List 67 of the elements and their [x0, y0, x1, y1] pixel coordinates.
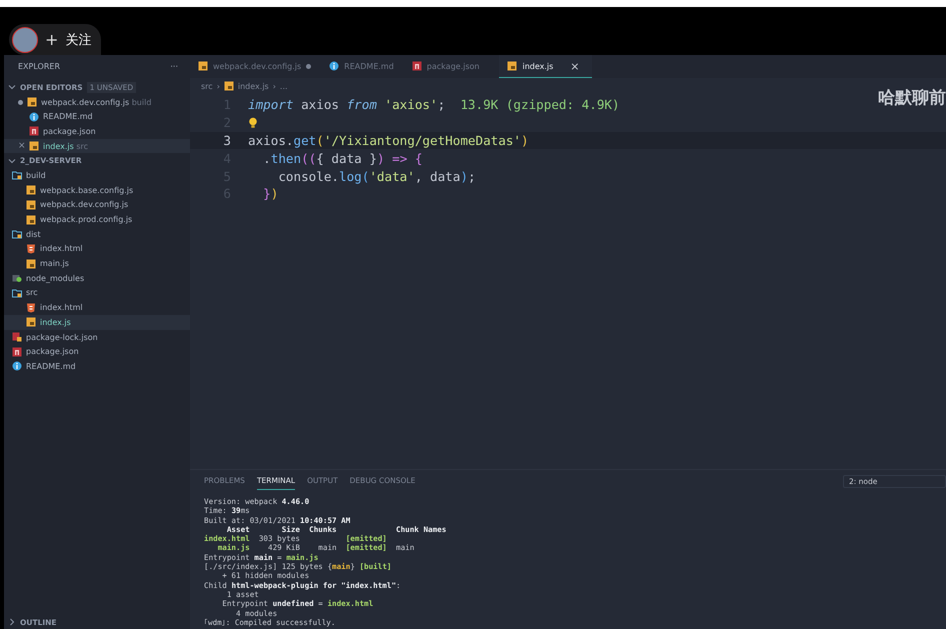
overlay-title: 哈默聊前 [878, 87, 946, 109]
js-file-icon [26, 185, 36, 196]
tree-item[interactable]: webpack.base.config.js [4, 182, 190, 198]
npm-file-icon [12, 346, 22, 357]
tree-item[interactable]: dist [4, 226, 190, 242]
lightbulb-icon[interactable] [248, 116, 258, 129]
follow-button[interactable]: + 关注 [9, 24, 102, 55]
js-file-icon [27, 97, 37, 108]
tree-item[interactable]: index.js [4, 315, 190, 330]
chevron-down-icon[interactable] [8, 83, 16, 92]
npm-lock-file-icon [12, 332, 22, 342]
chevron-right-icon: › [272, 82, 276, 90]
tree-item[interactable]: webpack.prod.config.js [4, 212, 190, 227]
js-file-icon [224, 81, 234, 91]
breadcrumb-item[interactable]: index.js [238, 82, 269, 90]
html-file-icon [26, 244, 36, 254]
code-line: axios.get('/Yixiantong/getHomeDatas') [248, 132, 529, 148]
info-icon [329, 61, 340, 71]
js-file-icon [29, 141, 39, 152]
tree-item[interactable]: src [4, 286, 190, 300]
js-file-icon [26, 317, 36, 328]
js-file-icon [507, 61, 518, 71]
tree-item[interactable]: package-lock.json [4, 330, 190, 344]
html-file-icon [26, 302, 36, 313]
explorer-title: EXPLORER [18, 62, 60, 71]
folder-icon [12, 288, 22, 298]
tree-item[interactable]: index.html [4, 242, 190, 256]
unsaved-dot-icon [18, 100, 23, 105]
avatar [12, 26, 38, 52]
breadcrumb-item[interactable]: src [201, 82, 213, 90]
plus-icon: + [45, 30, 58, 49]
chevron-right-icon: › [216, 82, 220, 90]
more-actions-icon[interactable]: ··· [170, 62, 178, 71]
tree-item[interactable]: main.js [4, 256, 190, 271]
tree-item[interactable]: index.html [4, 300, 190, 315]
info-icon [12, 361, 22, 372]
tree-item[interactable]: build [4, 168, 190, 183]
open-editor-item[interactable]: webpack.dev.config.js build [4, 94, 190, 110]
tree-item[interactable]: node_modules [4, 270, 190, 286]
close-icon[interactable]: × [18, 141, 25, 152]
line-number: 3 [222, 132, 232, 148]
chevron-down-icon[interactable] [8, 156, 16, 165]
open-editor-item[interactable]: README.md [4, 109, 190, 124]
info-icon [29, 112, 39, 122]
close-icon[interactable]: × [570, 60, 580, 72]
tree-item[interactable]: webpack.dev.config.js [4, 198, 190, 212]
code-line: import axios from 'axios'; 13.9K (gzipped: 4.9K) [248, 97, 620, 112]
js-file-icon [198, 61, 208, 71]
tree-item[interactable]: package.json [4, 344, 190, 360]
js-file-icon [26, 214, 36, 225]
folder-icon [12, 170, 22, 180]
open-editor-item[interactable]: × index.js src [4, 138, 190, 154]
editor-tab[interactable]: index.js × [499, 55, 592, 78]
chevron-right-icon[interactable] [8, 618, 16, 626]
npm-file-icon [412, 61, 422, 71]
open-editor-item[interactable]: package.json [4, 124, 190, 139]
unsaved-dot-icon [306, 64, 312, 68]
breadcrumb-item[interactable]: ... [280, 82, 288, 90]
tree-item[interactable]: README.md [4, 359, 190, 374]
code-line: console.log('data', data); [277, 168, 476, 184]
js-file-icon [26, 258, 36, 269]
folder-icon [12, 229, 22, 240]
npm-file-icon [29, 126, 39, 136]
code-line: }) [262, 186, 278, 202]
folder-icon [12, 273, 22, 284]
code-line: .then(({ data }) => { [262, 150, 422, 166]
js-file-icon [26, 200, 36, 210]
